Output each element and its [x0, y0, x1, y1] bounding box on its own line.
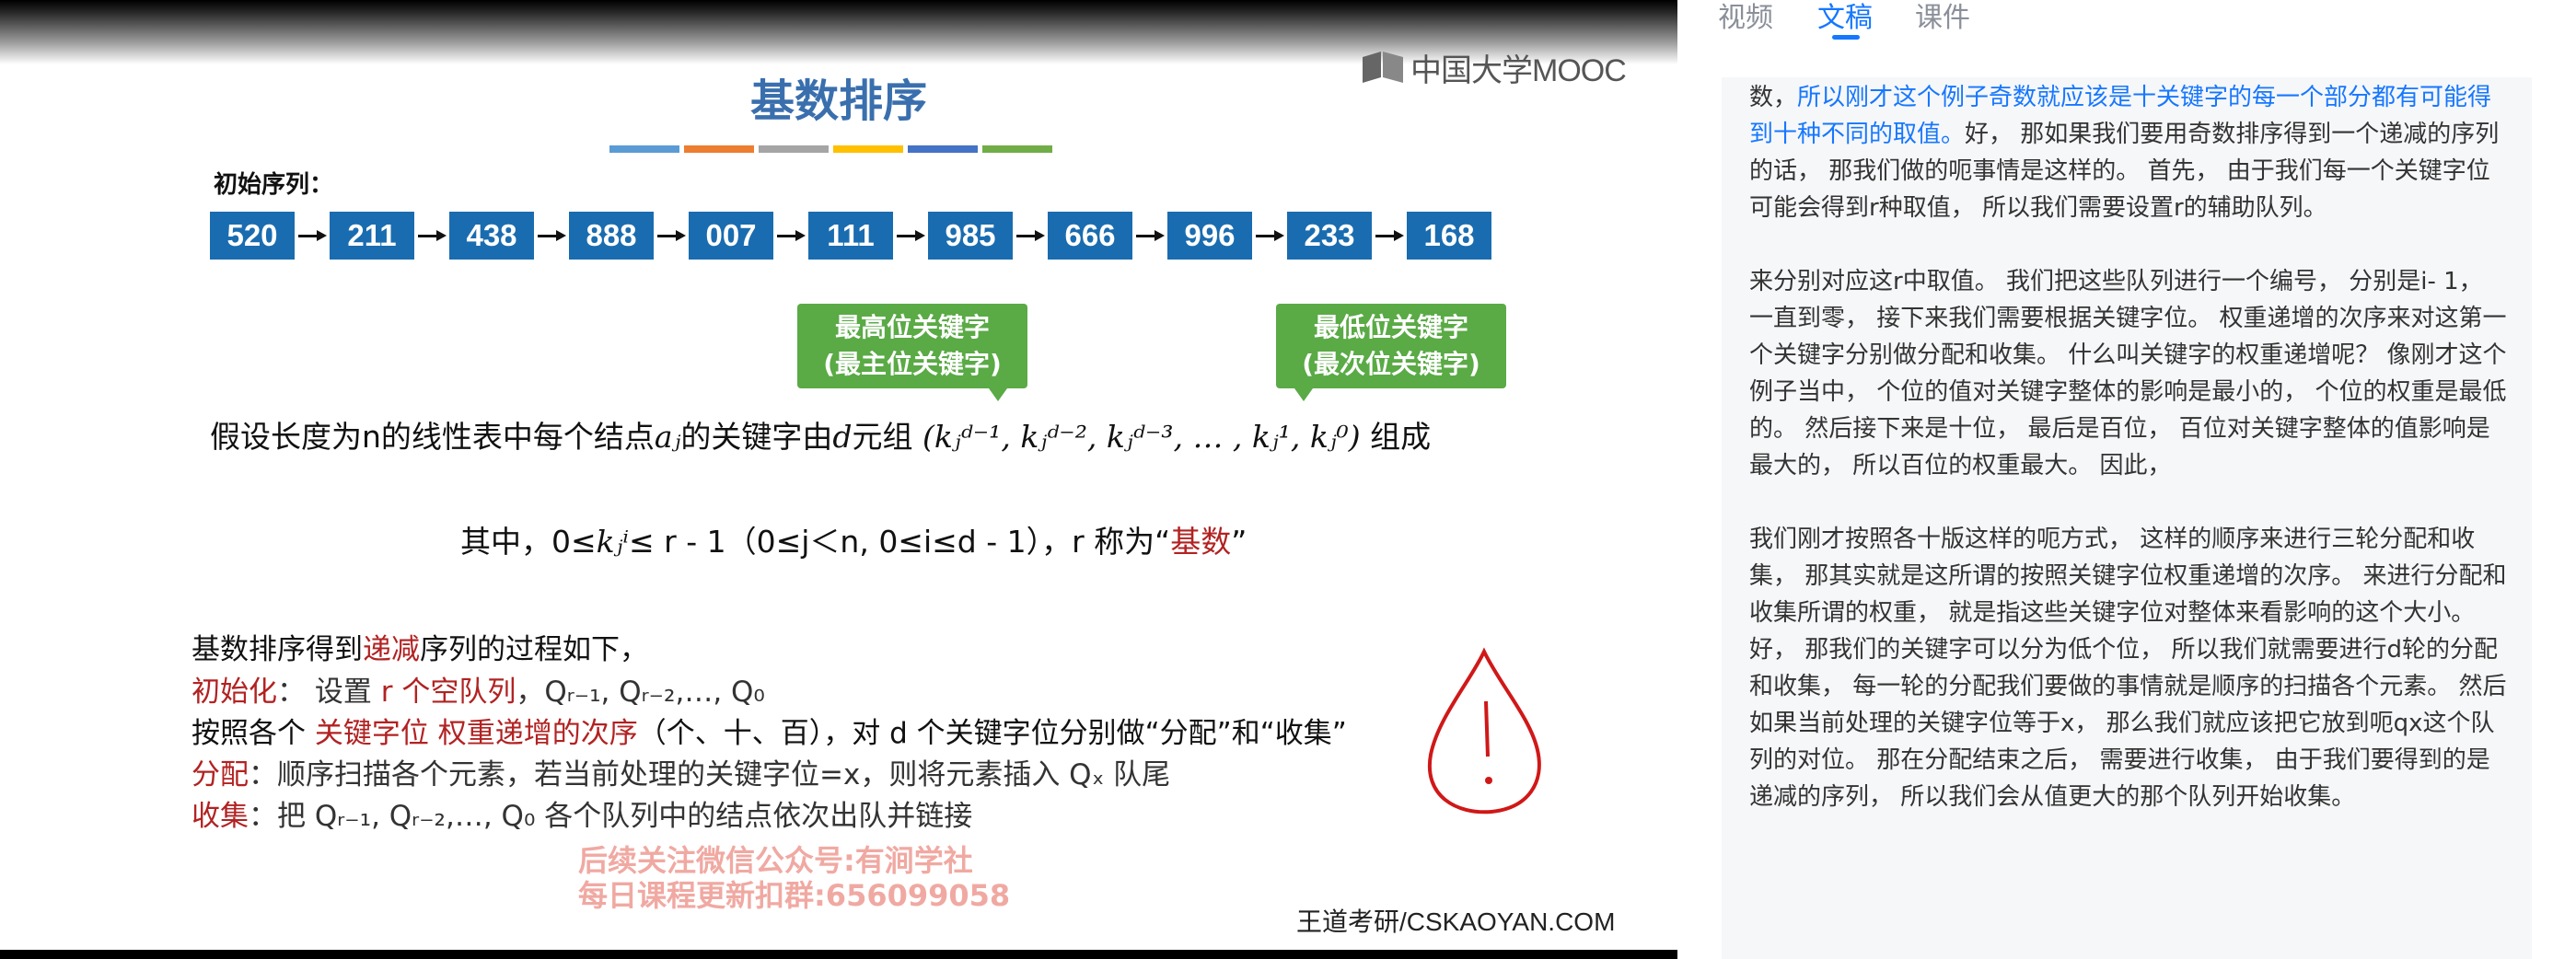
panel-tabs: 视频 文稿 课件 — [1677, 0, 2576, 40]
sequence-item: 007 — [689, 212, 773, 260]
init-line: 初始化： 设置 r 个空队列，Qᵣ₋₁, Qᵣ₋₂,…, Q₀ — [191, 668, 765, 710]
init-r-queues: r 个空队列 — [380, 676, 516, 709]
collect-text: ：把 Qᵣ₋₁, Qᵣ₋₂,…, Q₀ 各个队列中的结点依次出队并链接 — [249, 800, 973, 833]
init-label: 初始化 — [191, 676, 277, 709]
sequence-arrow-icon — [414, 212, 449, 260]
callout-lowest-line1: 最低位关键字 — [1313, 312, 1468, 342]
assumption-d: d — [832, 419, 853, 455]
initial-sequence: 520 211 438 888 007 111 985 666 996 233 168 — [210, 212, 1491, 260]
where-prefix: 其中，0≤ — [460, 524, 597, 560]
init-colon: ： 设置 — [277, 676, 381, 709]
video-bottom-bar — [0, 950, 1677, 959]
video-player[interactable]: 中国大学MOOC 基数排序 初始序列： 520 211 438 888 007 111 98… — [0, 0, 1677, 959]
title-color-bar — [833, 145, 903, 153]
tab-transcript[interactable]: 文稿 — [1817, 0, 1873, 35]
transcript-paragraph: 我们刚才按照各十版这样的呃方式， 这样的顺序来进行三轮分配和收集， 那其实就是这… — [1749, 526, 2507, 811]
callout-highest-line2: (最主位关键字) — [823, 349, 1002, 379]
init-rest: ，Qᵣ₋₁, Qᵣ₋₂,…, Q₀ — [516, 676, 765, 709]
sequence-item: 111 — [808, 212, 893, 260]
sequence-arrow-icon — [1252, 212, 1287, 260]
assumption-aj: aⱼ — [654, 419, 681, 455]
title-color-bar — [982, 145, 1052, 153]
sequence-item: 233 — [1287, 212, 1372, 260]
distribute-line: 分配：顺序扫描各个元素，若当前处理的关键字位=x，则将元素插入 Qₓ 队尾 — [191, 751, 1170, 792]
tab-courseware[interactable]: 课件 — [1915, 0, 1970, 35]
hand-drawn-exclamation-icon — [1427, 647, 1541, 815]
where-mid: ≤ r - 1（0≤j＜n, 0≤i≤d - 1），r 称为“ — [629, 524, 1171, 560]
sequence-arrow-icon — [534, 212, 569, 260]
title-color-bar — [908, 145, 978, 153]
transcript-content[interactable]: 数，所以刚才这个例子奇数就应该是十关键字的每一个部分都有可能得到十种不同的取值。… — [1722, 77, 2532, 959]
order-weight: 关键字位 权重递增的次序 — [314, 717, 638, 750]
distribute-text: ：顺序扫描各个元素，若当前处理的关键字位=x，则将元素插入 Qₓ 队尾 — [249, 758, 1171, 791]
radix-term: 基数 — [1170, 524, 1232, 560]
assumption-prefix: 假设长度为n的线性表中每个结点 — [210, 419, 655, 455]
callout-lowest-key: 最低位关键字 (最次位关键字) — [1276, 304, 1506, 401]
process-decreasing: 递减 — [363, 633, 420, 666]
assumption-tuple-word: 元组 — [852, 419, 913, 455]
sequence-item: 211 — [330, 212, 414, 260]
where-close: ” — [1231, 524, 1247, 560]
collect-label: 收集 — [191, 800, 249, 833]
sequence-arrow-icon — [1372, 212, 1407, 260]
sequence-arrow-icon — [773, 212, 808, 260]
transcript-paragraph: 数，所以刚才这个例子奇数就应该是十关键字的每一个部分都有可能得到十种不同的取值。… — [1722, 79, 2532, 226]
title-color-bar — [759, 145, 829, 153]
sequence-arrow-icon — [1132, 212, 1167, 260]
sequence-item: 520 — [210, 212, 295, 260]
assumption-end: 组成 — [1370, 419, 1432, 455]
active-tab-indicator — [1832, 35, 1860, 40]
watermark-line2: 每日课程更新扣群:656099058 — [578, 878, 1011, 913]
title-color-bar — [684, 145, 754, 153]
sequence-arrow-icon — [295, 212, 330, 260]
sequence-item: 666 — [1048, 212, 1132, 260]
transcript-panel: 视频 文稿 课件 数，所以刚才这个例子奇数就应该是十关键字的每一个部分都有可能得… — [1677, 0, 2576, 959]
sequence-arrow-icon — [893, 212, 928, 260]
order-b: （个、十、百），对 d 个关键字位分别做“分配”和“收集” — [637, 717, 1347, 750]
sequence-label: 初始序列： — [214, 171, 334, 199]
process-intro-a: 基数排序得到 — [191, 633, 363, 666]
assumption-line: 假设长度为n的线性表中每个结点aⱼ的关键字由d元组 (kⱼᵈ⁻¹, kⱼᵈ⁻²,… — [210, 412, 1431, 456]
tab-video[interactable]: 视频 — [1718, 0, 1773, 35]
sequence-item: 888 — [569, 212, 654, 260]
assumption-mid: 的关键字由 — [680, 419, 833, 455]
sequence-arrow-icon — [654, 212, 689, 260]
callout-highest-key: 最高位关键字 (最主位关键字) — [797, 304, 1027, 401]
title-color-bar — [609, 145, 679, 153]
process-intro-b: 序列的过程如下， — [420, 633, 648, 666]
sequence-item: 985 — [928, 212, 1013, 260]
process-intro: 基数排序得到递减序列的过程如下， — [191, 626, 648, 667]
transcript-paragraph: 来分别对应这r中取值。 我们把这些队列进行一个编号， 分别是i- 1， 一直到零… — [1749, 268, 2507, 480]
sequence-item: 438 — [449, 212, 534, 260]
collect-line: 收集：把 Qᵣ₋₁, Qᵣ₋₂,…, Q₀ 各个队列中的结点依次出队并链接 — [191, 792, 972, 834]
sequence-item: 996 — [1167, 212, 1252, 260]
sequence-item: 168 — [1407, 212, 1491, 260]
where-k: kⱼⁱ — [596, 524, 630, 560]
where-line: 其中，0≤kⱼⁱ≤ r - 1（0≤j＜n, 0≤i≤d - 1），r 称为“基… — [460, 517, 1247, 561]
callout-highest-line1: 最高位关键字 — [834, 312, 990, 342]
slide-title: 基数排序 — [749, 75, 927, 127]
order-line: 按照各个 关键字位 权重递增的次序（个、十、百），对 d 个关键字位分别做“分配… — [191, 710, 1347, 751]
paragraph-lead: 数， — [1749, 84, 1798, 111]
order-a: 按照各个 — [191, 717, 315, 750]
assumption-tuple: (kⱼᵈ⁻¹, kⱼᵈ⁻², kⱼᵈ⁻³, … , kⱼ¹, kⱼ⁰) — [922, 419, 1361, 455]
callout-lowest-line2: (最次位关键字) — [1302, 349, 1480, 379]
credit-text: 王道考研/CSKAOYAN.COM — [1296, 907, 1616, 936]
distribute-label: 分配 — [191, 758, 249, 791]
sequence-arrow-icon — [1013, 212, 1048, 260]
